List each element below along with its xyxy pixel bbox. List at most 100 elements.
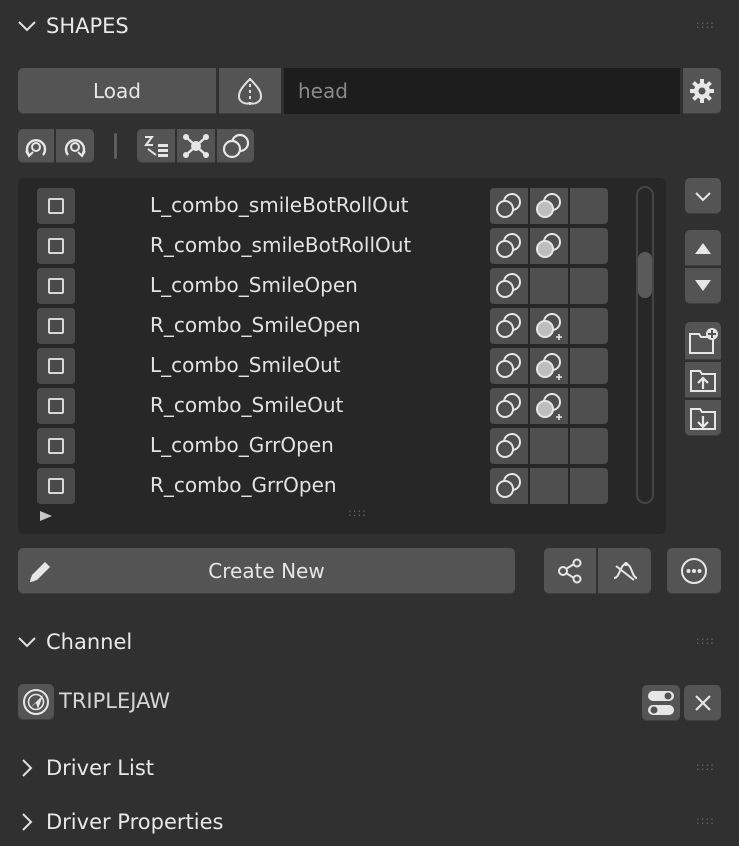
shape-list-row[interactable]: L_combo_smileBotRollOut: [18, 186, 658, 226]
combo-cell-1[interactable]: [490, 388, 528, 424]
shape-name[interactable]: R_combo_SmileOut: [150, 393, 343, 417]
shape-checkbox[interactable]: [37, 188, 75, 224]
move-up-button[interactable]: [685, 230, 721, 266]
shape-combo-cells: [490, 308, 608, 344]
shape-name[interactable]: R_combo_SmileOpen: [150, 313, 361, 337]
list-scrollbar-track[interactable]: [636, 186, 654, 504]
shape-checkbox[interactable]: [37, 348, 75, 384]
pencil-icon: [30, 562, 50, 582]
combo-cell-3[interactable]: [570, 188, 608, 224]
settings-button[interactable]: [683, 68, 721, 114]
chevron-right-icon: [22, 759, 33, 777]
channel-select-button[interactable]: [18, 684, 54, 720]
combo-cell-2[interactable]: [530, 308, 568, 344]
shape-combo-cells: [490, 228, 608, 264]
combo-cell-3[interactable]: [570, 428, 608, 464]
checkbox-square-icon: [48, 438, 64, 454]
combo-cell-3[interactable]: [570, 348, 608, 384]
ellipsis-circle-icon: [681, 558, 707, 584]
load-label: Load: [93, 79, 141, 103]
combo-cell-2[interactable]: [530, 348, 568, 384]
shape-list-row[interactable]: L_combo_GrrOpen: [18, 426, 658, 466]
shape-checkbox[interactable]: [37, 228, 75, 264]
overlapping-circles-icon: [222, 133, 249, 159]
connect-button[interactable]: [544, 548, 596, 594]
move-to-folder-up-button[interactable]: [685, 362, 721, 398]
redo-shape-button[interactable]: [56, 129, 94, 163]
shape-name[interactable]: L_combo_SmileOut: [150, 353, 341, 377]
shape-list-row[interactable]: R_combo_smileBotRollOut: [18, 226, 658, 266]
rotate-left-icon: [25, 139, 47, 158]
mirror-button[interactable]: [219, 68, 281, 114]
combo-cell-1[interactable]: [490, 228, 528, 264]
shape-list-row[interactable]: R_combo_GrrOpen: [18, 466, 658, 506]
driver-properties-panel-header[interactable]: Driver Properties: [16, 810, 223, 834]
drag-grip-icon[interactable]: ::::: [696, 635, 715, 646]
combo-cell-3[interactable]: [570, 388, 608, 424]
shape-checkbox[interactable]: [37, 428, 75, 464]
move-to-folder-down-button[interactable]: [685, 400, 721, 436]
shape-checkbox[interactable]: [37, 388, 75, 424]
shape-list-row[interactable]: L_combo_SmileOut: [18, 346, 658, 386]
combo-cell-2[interactable]: [530, 388, 568, 424]
combo-cell-2[interactable]: [530, 268, 568, 304]
combo-cell-3[interactable]: [570, 468, 608, 504]
combo-cell-2[interactable]: [530, 188, 568, 224]
drag-grip-icon[interactable]: ::::: [696, 761, 715, 772]
shape-name[interactable]: R_combo_smileBotRollOut: [150, 233, 411, 257]
undo-shape-button[interactable]: [18, 129, 54, 163]
combo-cell-3[interactable]: [570, 308, 608, 344]
shape-list[interactable]: L_combo_smileBotRollOut R_combo_smileBotR…: [18, 178, 666, 534]
shape-combo-cells: [490, 348, 608, 384]
channel-panel-header[interactable]: Channel: [16, 630, 132, 654]
curve-button[interactable]: [598, 548, 651, 594]
chevron-down-icon: [18, 637, 36, 648]
shape-list-row[interactable]: L_combo_SmileOpen: [18, 266, 658, 306]
create-new-button[interactable]: Create New: [18, 548, 515, 594]
combo-cell-1[interactable]: [490, 268, 528, 304]
shape-checkbox[interactable]: [37, 308, 75, 344]
combo-button[interactable]: [217, 129, 254, 163]
shape-list-row[interactable]: R_combo_SmileOut: [18, 386, 658, 426]
network-button[interactable]: [177, 129, 215, 163]
mesh-name-field[interactable]: head: [284, 68, 680, 114]
drag-grip-icon[interactable]: ::::: [696, 815, 715, 826]
load-button[interactable]: Load: [18, 68, 216, 114]
drag-grip-icon[interactable]: ::::: [696, 19, 715, 30]
sort-button[interactable]: [137, 129, 175, 163]
mesh-name-value: head: [298, 79, 348, 103]
folder-arrow-down-icon: [690, 408, 716, 430]
shape-checkbox[interactable]: [37, 468, 75, 504]
shape-name[interactable]: L_combo_smileBotRollOut: [150, 193, 409, 217]
combo-cell-3[interactable]: [570, 228, 608, 264]
combo-cell-3[interactable]: [570, 268, 608, 304]
shape-list-row[interactable]: R_combo_SmileOpen: [18, 306, 658, 346]
more-options-button[interactable]: [667, 548, 721, 594]
combo-filled-icon: [536, 233, 561, 258]
shapes-panel-header[interactable]: SHAPES: [16, 14, 129, 38]
shape-name[interactable]: L_combo_GrrOpen: [150, 433, 334, 457]
add-folder-button[interactable]: [685, 322, 721, 360]
combo-cell-2[interactable]: [530, 468, 568, 504]
driver-list-panel-header[interactable]: Driver List: [16, 756, 154, 780]
combo-cell-1[interactable]: [490, 428, 528, 464]
combo-cell-2[interactable]: [530, 428, 568, 464]
combo-cell-1[interactable]: [490, 348, 528, 384]
expand-triangle-icon[interactable]: [40, 511, 52, 521]
combo-cell-1[interactable]: [490, 188, 528, 224]
list-scrollbar-thumb[interactable]: [638, 252, 652, 298]
move-down-button[interactable]: [685, 268, 721, 304]
checkbox-square-icon: [48, 238, 64, 254]
combo-cell-1[interactable]: [490, 468, 528, 504]
folder-arrow-up-icon: [690, 370, 716, 392]
remove-channel-button[interactable]: [684, 685, 721, 721]
list-menu-button[interactable]: [685, 178, 721, 214]
combo-cell-2[interactable]: [530, 228, 568, 264]
shape-name[interactable]: R_combo_GrrOpen: [150, 473, 337, 497]
combo-add-icon: [536, 393, 562, 420]
channel-toggle-button[interactable]: [642, 685, 680, 721]
shape-name[interactable]: L_combo_SmileOpen: [150, 273, 358, 297]
list-resize-grip-icon[interactable]: ::::: [348, 507, 367, 518]
combo-cell-1[interactable]: [490, 308, 528, 344]
shape-checkbox[interactable]: [37, 268, 75, 304]
